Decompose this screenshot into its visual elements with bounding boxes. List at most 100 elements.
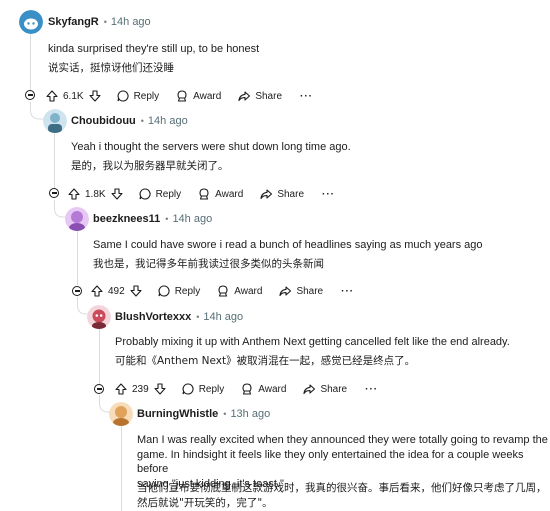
timestamp[interactable]: 14h ago [111, 16, 151, 28]
reply-button[interactable]: Reply [138, 187, 181, 201]
snoo-avatar-icon [65, 207, 89, 231]
comment-text-line: Man I was really excited when they annou… [137, 434, 548, 446]
comment-text: Probably mixing it up with Anthem Next g… [115, 336, 510, 348]
comment-meta: BurningWhistle • 13h ago [137, 408, 270, 420]
share-button[interactable]: Share [259, 187, 304, 201]
comment-translation-line: 然后就说"开玩笑的，完了"。 [137, 496, 273, 509]
comment-text: Yeah i thought the servers were shut dow… [71, 141, 351, 153]
share-button[interactable]: Share [278, 284, 323, 298]
more-options-button[interactable]: ··· [365, 384, 378, 395]
comment-translation: 可能和《Anthem Next》被取消混在一起，感觉已经是终点了。 [115, 355, 416, 367]
comment-icon [117, 90, 129, 102]
snoo-avatar-icon [19, 10, 43, 34]
vote-group: 1.8K [67, 187, 124, 201]
share-icon [279, 286, 292, 297]
award-icon [242, 383, 252, 395]
timestamp[interactable]: 13h ago [230, 408, 270, 420]
share-icon [303, 384, 316, 395]
username[interactable]: BlushVortexxx [115, 311, 191, 323]
award-button[interactable]: Award [175, 89, 221, 103]
award-button[interactable]: Award [216, 284, 262, 298]
reply-button[interactable]: Reply [157, 284, 200, 298]
vote-count: 239 [132, 383, 149, 395]
timestamp[interactable]: 14h ago [148, 115, 188, 127]
separator-dot: • [165, 214, 169, 224]
thread-line [121, 426, 122, 511]
timestamp[interactable]: 14h ago [203, 311, 243, 323]
comment-actions: 1.8K Reply Award Share ··· [67, 185, 335, 203]
comment-meta: BlushVortexxx • 14h ago [115, 311, 243, 323]
timestamp[interactable]: 14h ago [172, 213, 212, 225]
comment-actions: 6.1K Reply Award Share ··· [45, 87, 313, 105]
downvote-icon[interactable] [88, 89, 102, 103]
thread-line [54, 133, 55, 188]
vote-count: 1.8K [85, 188, 106, 200]
comment-translation: 是的，我以为服务器早就关闭了。 [71, 160, 229, 172]
comment-text: kinda surprised they're still up, to be … [48, 43, 260, 55]
comment-meta: beezknees11 • 14h ago [93, 213, 212, 225]
comment-text: Same I could have swore i read a bunch o… [93, 239, 483, 251]
thread-line [77, 231, 78, 285]
comment-actions: 239 Reply Award Share ··· [114, 380, 378, 398]
separator-dot: • [196, 312, 200, 322]
comment-icon [139, 188, 151, 200]
vote-group: 239 [114, 382, 167, 396]
vote-group: 492 [90, 284, 143, 298]
share-button[interactable]: Share [237, 89, 282, 103]
comment-translation: 我也是，我记得多年前我读过很多类似的头条新闻 [93, 258, 324, 270]
upvote-icon[interactable] [114, 382, 128, 396]
downvote-icon[interactable] [153, 382, 167, 396]
collapse-thread-button[interactable] [94, 384, 104, 394]
award-icon [177, 90, 187, 102]
more-options-button[interactable]: ··· [341, 286, 354, 297]
award-icon [199, 188, 209, 200]
award-button[interactable]: Award [240, 382, 286, 396]
vote-count: 492 [108, 285, 125, 297]
thread-line [30, 34, 31, 90]
more-options-button[interactable]: ··· [322, 189, 335, 200]
collapse-thread-button[interactable] [49, 188, 59, 198]
comment-meta: Choubidouu • 14h ago [71, 115, 188, 127]
avatar[interactable] [65, 207, 89, 231]
collapse-thread-button[interactable] [72, 286, 82, 296]
avatar[interactable] [43, 109, 67, 133]
award-button[interactable]: Award [197, 187, 243, 201]
reply-button[interactable]: Reply [116, 89, 159, 103]
vote-group: 6.1K [45, 89, 102, 103]
separator-dot: • [223, 409, 227, 419]
downvote-icon[interactable] [110, 187, 124, 201]
comment-meta: SkyfangR • 14h ago [48, 16, 151, 28]
username[interactable]: beezknees11 [93, 213, 160, 225]
upvote-icon[interactable] [67, 187, 81, 201]
comment-icon [158, 285, 170, 297]
comment-icon [182, 383, 194, 395]
comment-text-line: game. In hindsight it feels like they on… [137, 448, 524, 476]
username[interactable]: BurningWhistle [137, 408, 218, 420]
share-icon [260, 189, 273, 200]
comment-translation: 说实话，挺惊讶他们还没睡 [48, 62, 174, 74]
downvote-icon[interactable] [129, 284, 143, 298]
upvote-icon[interactable] [90, 284, 104, 298]
separator-dot: • [140, 116, 144, 126]
snoo-avatar-icon [87, 305, 111, 329]
username[interactable]: SkyfangR [48, 16, 99, 28]
upvote-icon[interactable] [45, 89, 59, 103]
avatar[interactable] [19, 10, 43, 34]
award-icon [218, 285, 228, 297]
snoo-avatar-icon [43, 109, 67, 133]
comment-translation: 当他们宣布要彻底重制这款游戏时，我真的很兴奋。事后看来，他们好像只考虑了几周， … [137, 481, 547, 510]
collapse-thread-button[interactable] [25, 90, 35, 100]
comment-translation-line: 当他们宣布要彻底重制这款游戏时，我真的很兴奋。事后看来，他们好像只考虑了几周， [137, 482, 547, 494]
thread-line [99, 329, 100, 384]
more-options-button[interactable]: ··· [300, 91, 313, 102]
username[interactable]: Choubidouu [71, 115, 136, 127]
snoo-avatar-icon [109, 402, 133, 426]
share-icon [238, 91, 251, 102]
avatar[interactable] [87, 305, 111, 329]
vote-count: 6.1K [63, 90, 84, 102]
avatar[interactable] [109, 402, 133, 426]
share-button[interactable]: Share [302, 382, 347, 396]
comment-actions: 492 Reply Award Share ··· [90, 282, 354, 300]
thread-connector [30, 102, 44, 120]
reply-button[interactable]: Reply [181, 382, 224, 396]
